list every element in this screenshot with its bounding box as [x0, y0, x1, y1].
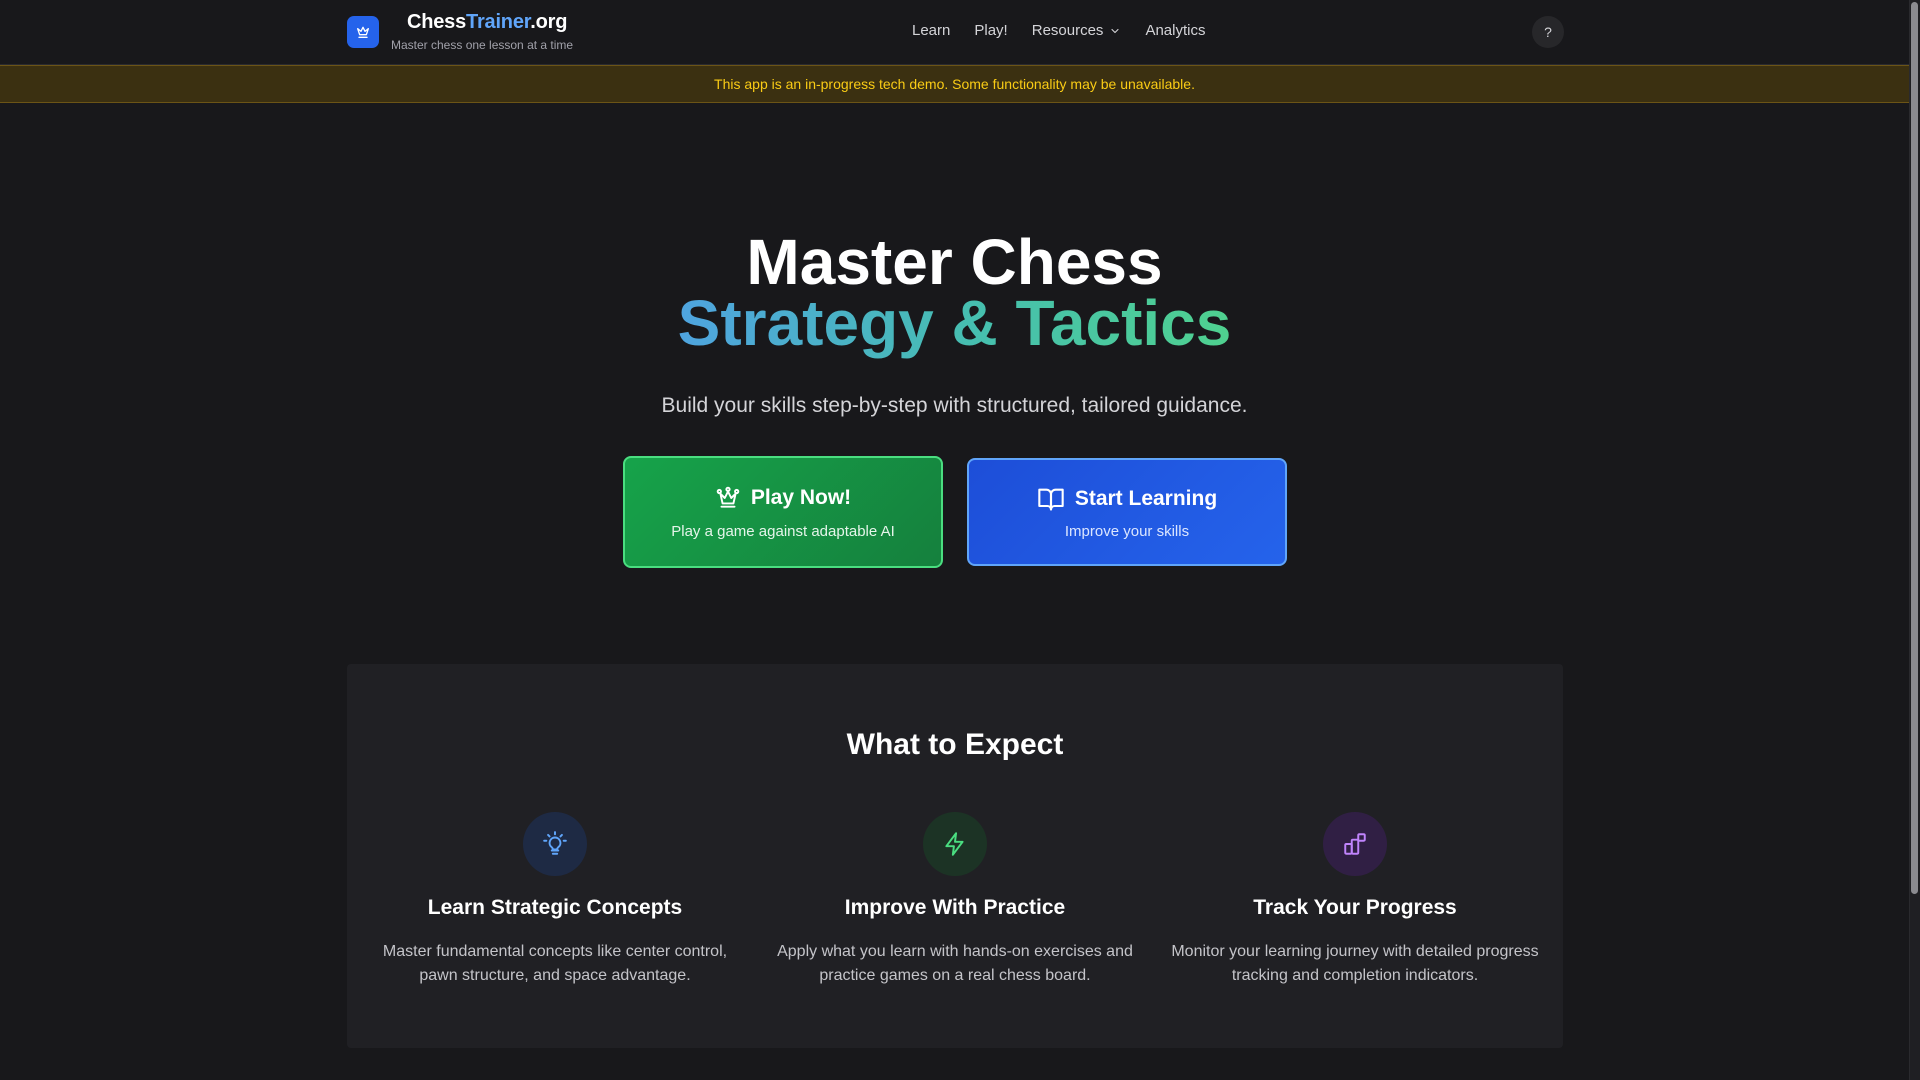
- banner-text: This app is an in-progress tech demo. So…: [714, 76, 1195, 92]
- help-button[interactable]: ?: [1532, 16, 1564, 48]
- play-now-heading: Play Now!: [715, 485, 851, 511]
- what-to-expect-panel: What to Expect Learn Strategic Concepts …: [347, 664, 1563, 1048]
- nav-play[interactable]: Play!: [974, 22, 1007, 39]
- feature-description: Master fundamental concepts like center …: [382, 943, 728, 984]
- feature-title: Track Your Progress: [1253, 896, 1457, 919]
- chess-queen-icon: [357, 26, 369, 38]
- what-to-expect-title: What to Expect: [846, 728, 1064, 761]
- top-navbar: ChessTrainer.org Master chess one lesson…: [0, 0, 1909, 65]
- feature-card-learn: Learn Strategic Concepts Master fundamen…: [355, 812, 755, 988]
- feature-title: Improve With Practice: [844, 896, 1066, 919]
- chess-queen-icon: [716, 486, 740, 508]
- nav-analytics[interactable]: Analytics: [1145, 22, 1205, 39]
- hero-title-line2: Strategy & Tactics: [0, 291, 1909, 355]
- brand-main: Chess: [407, 11, 467, 33]
- brand-tagline: Master chess one lesson at a time: [391, 38, 574, 52]
- brand-suffix: .org: [530, 11, 568, 33]
- brand-accent: Trainer: [466, 11, 531, 33]
- main-nav: Learn Play! Resources Analytics: [912, 22, 1205, 39]
- open-book-icon: [1038, 488, 1064, 511]
- feature-description: Monitor your learning journey with detai…: [1171, 943, 1539, 984]
- feature-icon-circle: [1323, 812, 1387, 876]
- chevron-down-icon: [1111, 28, 1119, 33]
- start-learning-button[interactable]: Start Learning Improve your skills: [967, 458, 1287, 566]
- demo-warning-banner: This app is an in-progress tech demo. So…: [0, 65, 1909, 103]
- play-now-subtext: Play a game against adaptable AI: [671, 522, 895, 540]
- nav-resources[interactable]: Resources: [1032, 22, 1122, 39]
- feature-card-progress: Track Your Progress Monitor your learnin…: [1155, 812, 1555, 988]
- start-learning-subtext: Improve your skills: [1064, 522, 1190, 540]
- progress-blocks-icon: [1344, 833, 1366, 855]
- logo-button[interactable]: [347, 16, 379, 48]
- feature-icon-circle: [923, 812, 987, 876]
- lightning-icon: [945, 832, 964, 856]
- hero-subtitle: Build your skills step-by-step with stru…: [661, 394, 1248, 417]
- lightbulb-icon: [543, 831, 567, 855]
- page-scrollbar-thumb[interactable]: [1911, 2, 1918, 894]
- play-now-label: Play Now!: [750, 485, 852, 509]
- play-now-button[interactable]: Play Now! Play a game against adaptable …: [623, 456, 943, 568]
- feature-description: Apply what you learn with hands-on exerc…: [777, 943, 1133, 984]
- feature-card-practice: Improve With Practice Apply what you lea…: [755, 812, 1155, 988]
- start-learning-label: Start Learning: [1074, 486, 1218, 510]
- hero-title-gradient-text: Strategy & Tactics: [677, 287, 1232, 359]
- nav-resources-label: Resources: [1031, 22, 1104, 39]
- nav-learn[interactable]: Learn: [912, 22, 950, 39]
- feature-title: Learn Strategic Concepts: [427, 896, 683, 919]
- feature-icon-circle: [523, 812, 587, 876]
- start-learning-heading: Start Learning: [1037, 485, 1217, 513]
- hero-title-line1: Master Chess: [746, 226, 1163, 298]
- brand-name[interactable]: ChessTrainer.org: [407, 11, 567, 34]
